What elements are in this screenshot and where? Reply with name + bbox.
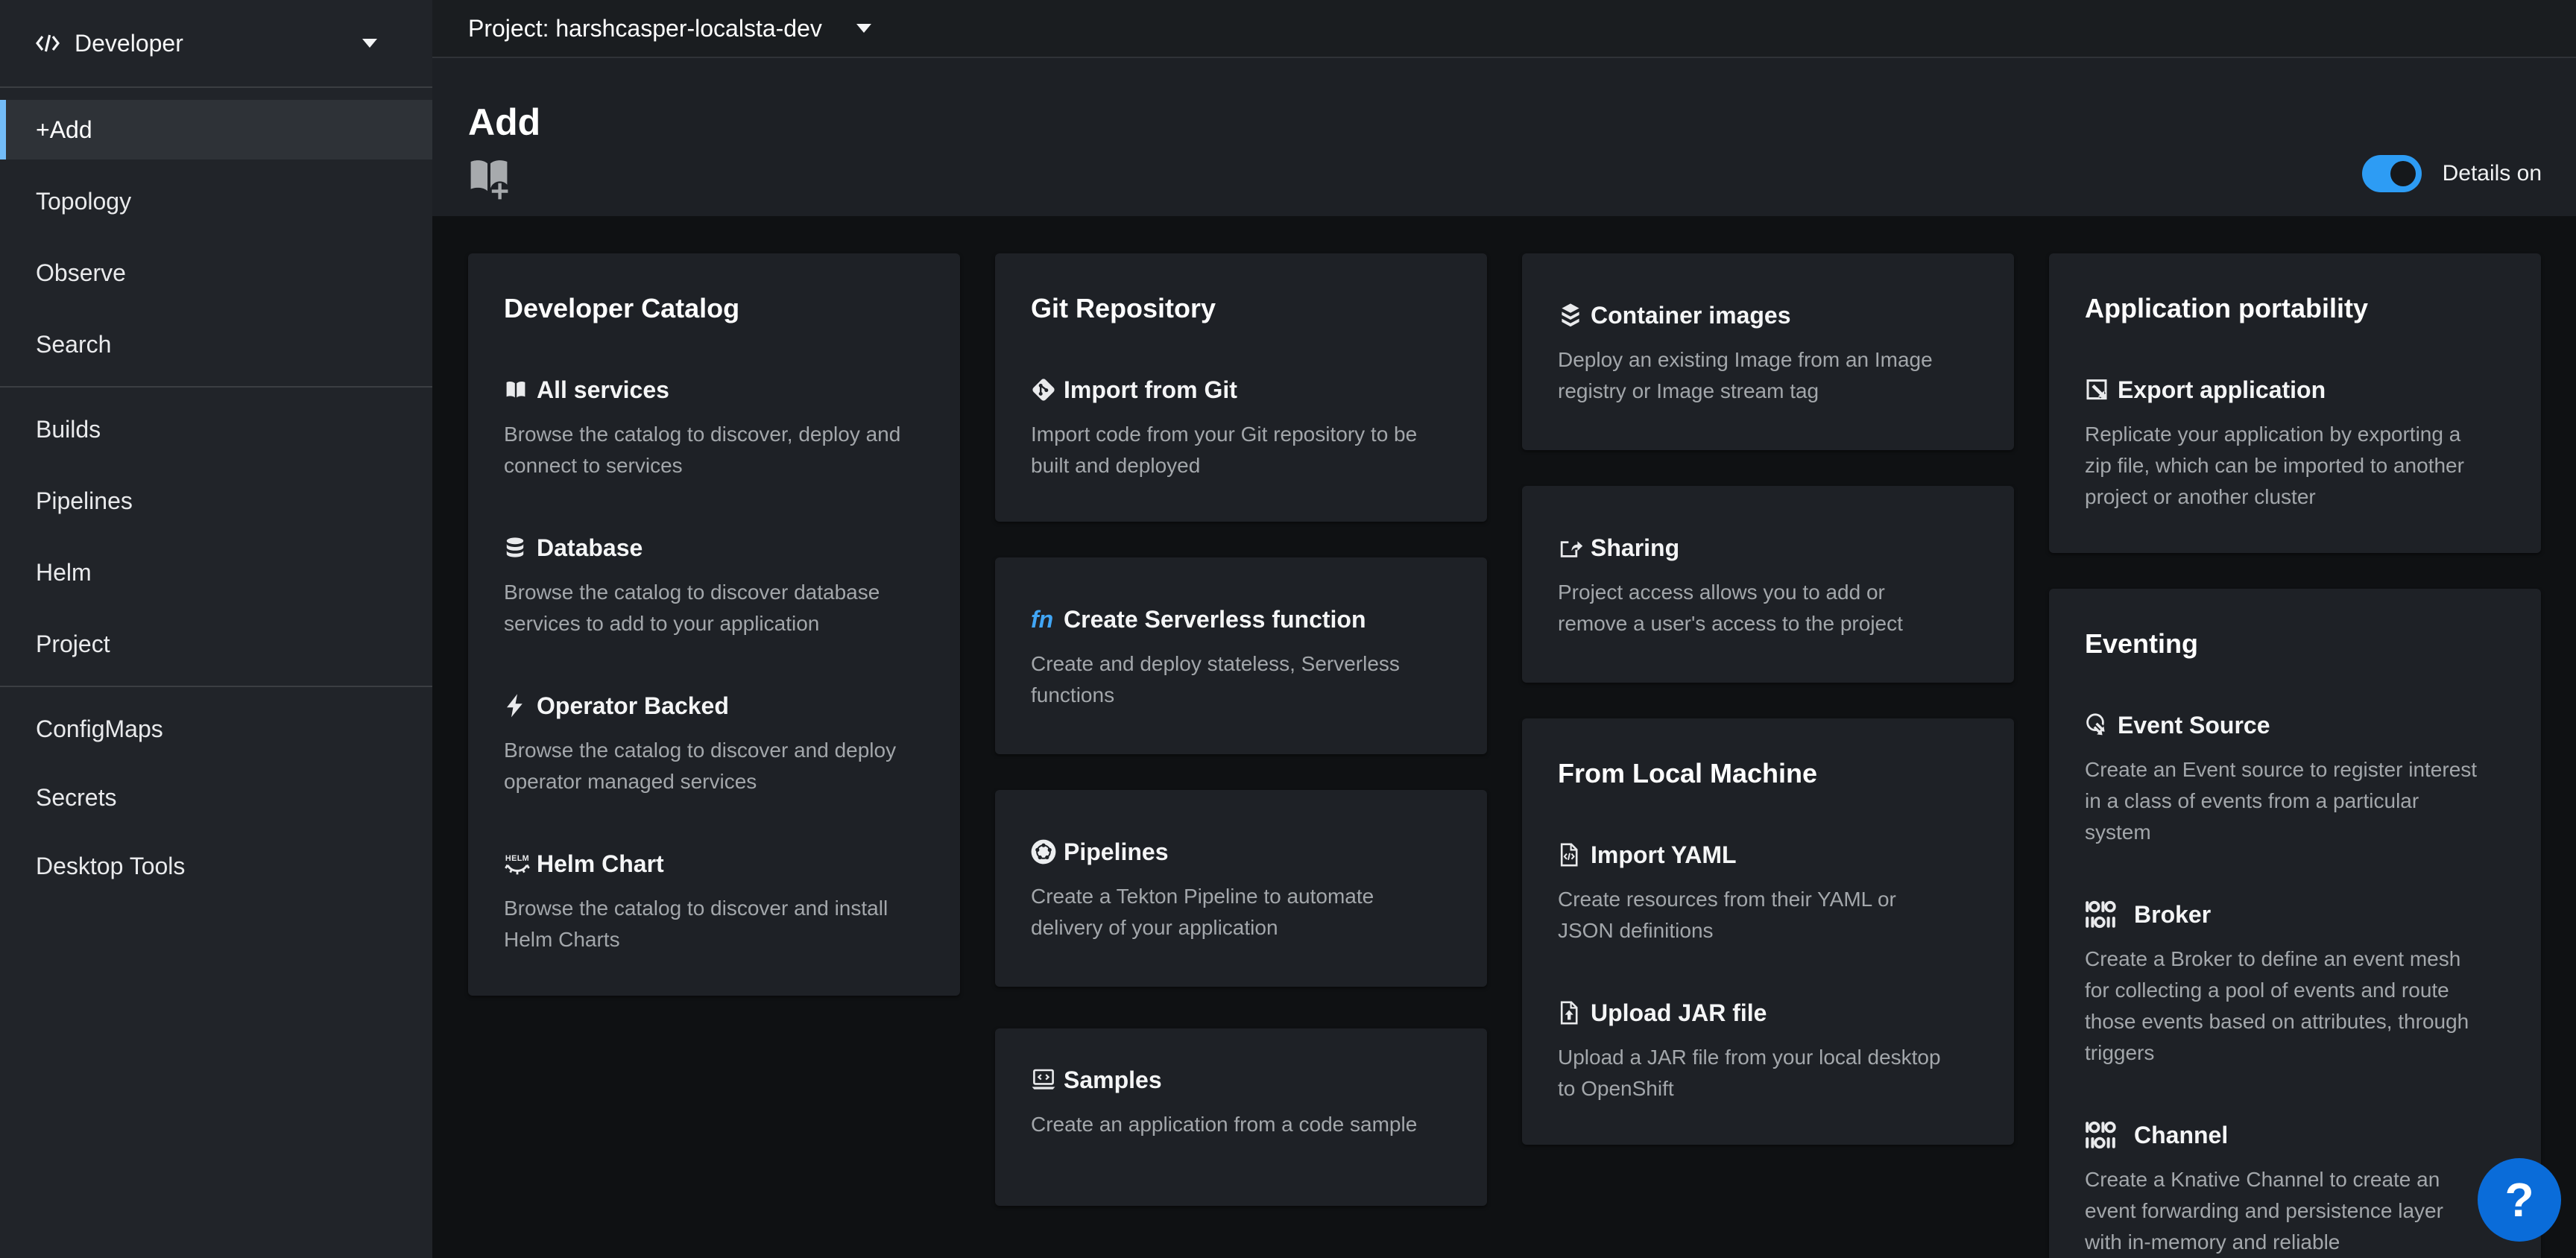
- svg-text:HELM: HELM: [505, 854, 529, 863]
